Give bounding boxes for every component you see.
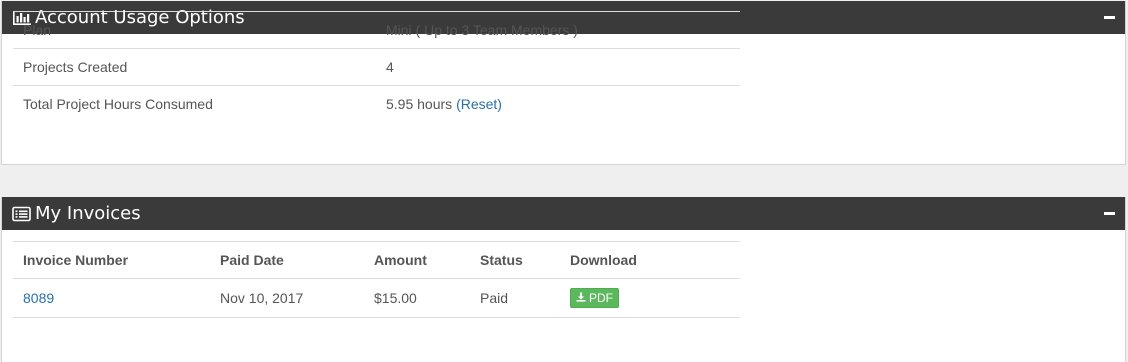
my-invoices-title: My Invoices	[35, 203, 141, 224]
column-header-download: Download	[560, 241, 740, 279]
usage-label: Projects Created	[23, 59, 128, 75]
usage-row-hours: Total Project Hours Consumed 5.95 hours …	[13, 85, 740, 123]
paid-date-cell: Nov 10, 2017	[210, 278, 364, 318]
usage-value: Mini ( Up to 3 Team Members )	[386, 22, 578, 38]
usage-value: 4	[386, 59, 394, 75]
download-cell: PDF	[560, 278, 740, 318]
table-row: 8089 Nov 10, 2017 $15.00 Paid PDF	[13, 278, 740, 318]
invoice-number-cell: 8089	[13, 278, 210, 318]
usage-value-cell: 5.95 hours (Reset)	[386, 86, 740, 123]
invoices-table: Invoice Number Paid Date Amount Status D…	[13, 241, 740, 318]
download-pdf-button[interactable]: PDF	[570, 288, 619, 308]
my-invoices-header: My Invoices	[2, 197, 1125, 230]
usage-row-plan: Plan Mini ( Up to 3 Team Members )	[13, 11, 740, 49]
amount-cell: $15.00	[364, 278, 470, 318]
my-invoices-collapse-button[interactable]	[1104, 212, 1115, 215]
my-invoices-panel: My Invoices Invoice Number Paid Date Amo…	[1, 197, 1126, 362]
usage-value: 5.95 hours	[386, 96, 453, 113]
account-usage-collapse-button[interactable]	[1104, 16, 1115, 19]
pdf-label: PDF	[589, 291, 613, 305]
usage-label: Plan	[23, 22, 52, 38]
column-header-invoice-number: Invoice Number	[13, 241, 210, 279]
reset-hours-link[interactable]: (Reset)	[456, 96, 502, 112]
download-icon	[576, 291, 586, 305]
status-cell: Paid	[470, 278, 560, 318]
usage-table: Plan Mini ( Up to 3 Team Members ) Proje…	[13, 11, 740, 123]
list-alt-icon	[12, 206, 32, 222]
column-header-amount: Amount	[364, 241, 470, 279]
invoices-header-row: Invoice Number Paid Date Amount Status D…	[13, 241, 740, 279]
invoice-number-link[interactable]: 8089	[23, 290, 54, 306]
column-header-paid-date: Paid Date	[210, 241, 364, 279]
column-header-status: Status	[470, 241, 560, 279]
account-usage-panel: Account Usage Options Plan Mini ( Up to …	[1, 1, 1126, 165]
usage-row-projects: Projects Created 4	[13, 48, 740, 86]
usage-label: Total Project Hours Consumed	[23, 96, 213, 113]
